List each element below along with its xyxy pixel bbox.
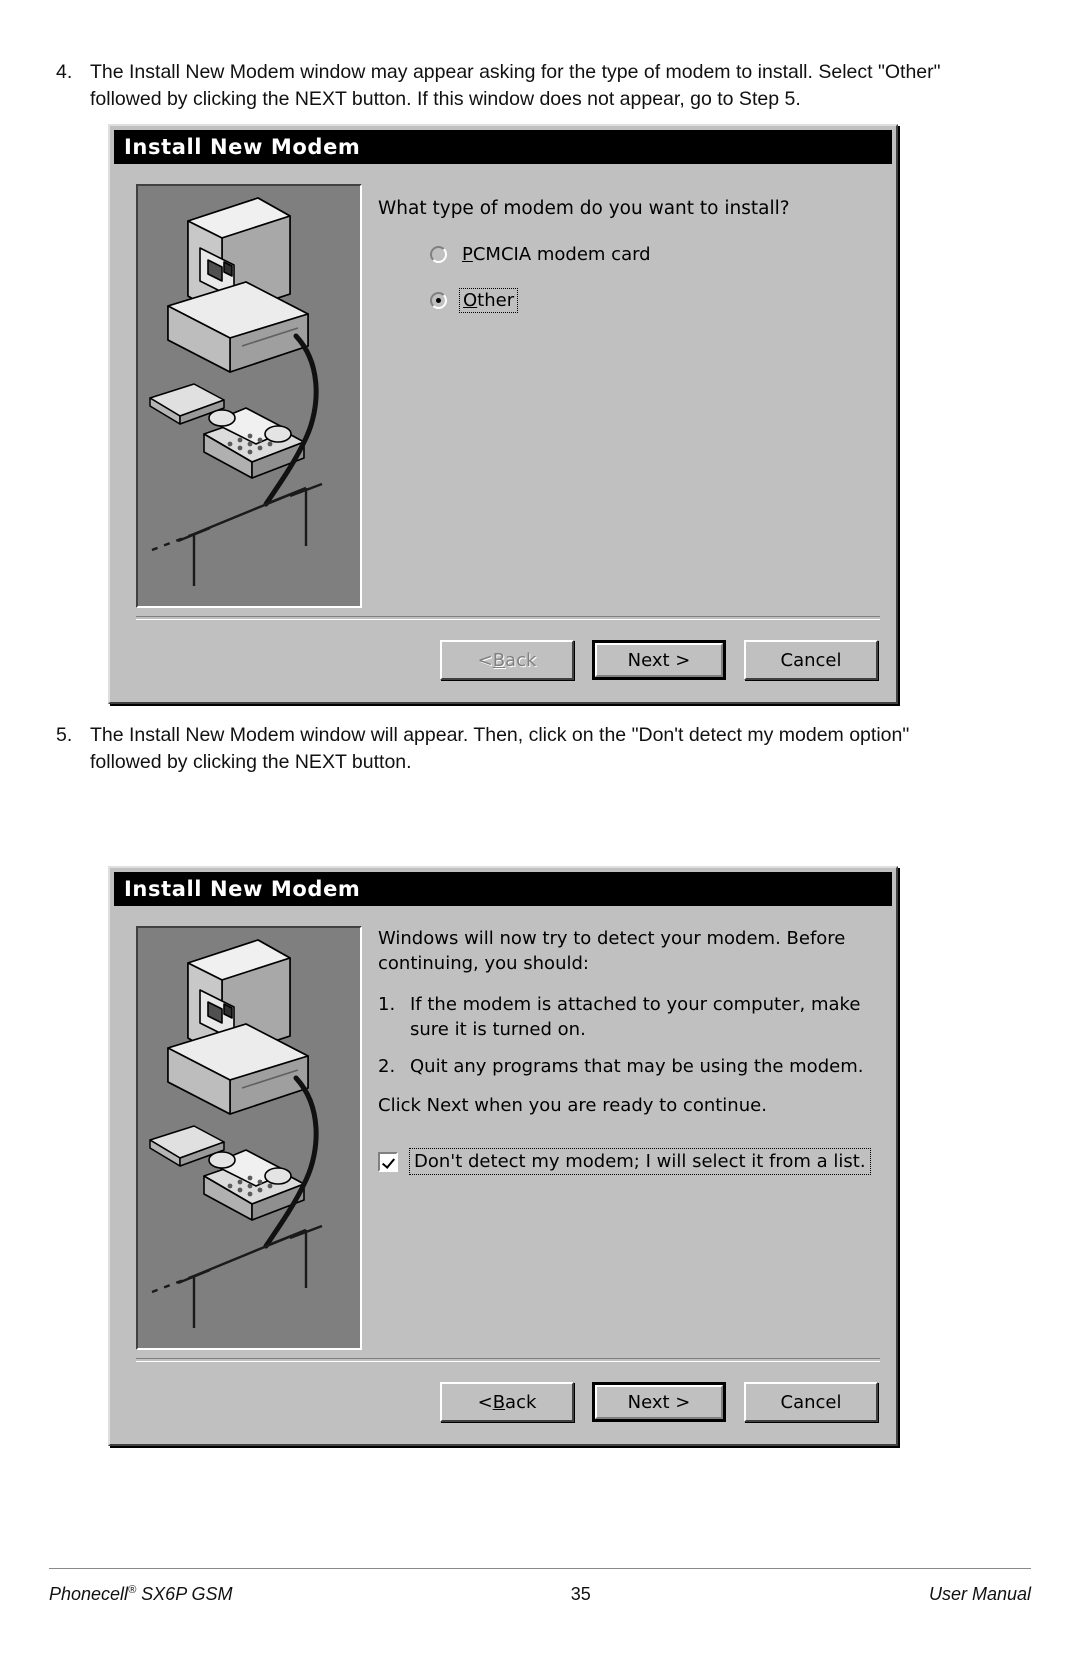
dialog-2-outro: Click Next when you are ready to continu… [378, 1095, 767, 1116]
step-4-number: 4. [56, 61, 73, 83]
step-5-text: The Install New Modem window will appear… [90, 724, 910, 773]
footer-product-model: SX6P GSM [136, 1584, 233, 1604]
next-button-2-label: Next > [595, 1385, 723, 1419]
cancel-button-2[interactable]: Cancel [744, 1382, 878, 1422]
step-4-text: The Install New Modem window may appear … [90, 61, 941, 110]
dialog-1-content: What type of modem do you want to instal… [378, 184, 880, 608]
modem-illustration-svg-1 [138, 186, 356, 602]
back-button-2-pre: < [477, 1391, 493, 1413]
radio-icon-pcmcia[interactable] [430, 246, 447, 263]
next-button-1-label: Next > [595, 643, 723, 677]
radio-rest-other: ther [477, 290, 515, 311]
dialog-2-content: Windows will now try to detect your mode… [378, 926, 880, 1350]
radio-accel-other: O [463, 290, 478, 311]
dialog-1-titlebar[interactable]: Install New Modem [114, 130, 892, 164]
radio-rest-pcmcia: CMCIA modem card [472, 244, 651, 265]
cancel-button-1[interactable]: Cancel [744, 640, 878, 680]
dialog-1-title: Install New Modem [124, 135, 361, 159]
modem-illustration-svg-2 [138, 928, 356, 1344]
dialog-2-body: Windows will now try to detect your mode… [114, 908, 892, 1440]
list-item: 2. Quit any programs that may be using t… [378, 1054, 880, 1079]
footer-divider [49, 1568, 1031, 1569]
back-button-2-post: ack [505, 1391, 537, 1413]
radio-icon-other[interactable] [430, 292, 447, 309]
radio-option-pcmcia[interactable]: PCMCIA modem card [430, 243, 880, 266]
dialog-2-title: Install New Modem [124, 877, 361, 901]
registered-trademark-icon: ® [128, 1584, 137, 1596]
next-button-2[interactable]: Next > [592, 1382, 726, 1422]
page-number: 35 [570, 1584, 591, 1604]
cancel-button-1-label: Cancel [780, 649, 842, 671]
step-4: 4. The Install New Modem window may appe… [56, 59, 952, 113]
back-button-2-accel: B [492, 1391, 506, 1413]
back-button-2[interactable]: < Back [440, 1382, 574, 1422]
back-button-1[interactable]: < Back [440, 640, 574, 680]
dialog-1-separator [136, 616, 880, 620]
list-item-number: 2. [378, 1056, 396, 1077]
dialog-2-button-bar: < Back Next > Cancel [440, 1382, 878, 1422]
list-item-number: 1. [378, 994, 396, 1015]
modem-illustration-2 [136, 926, 362, 1350]
radio-option-other[interactable]: Other [430, 288, 880, 313]
next-button-1[interactable]: Next > [592, 640, 726, 680]
list-item: 1. If the modem is attached to your comp… [378, 992, 880, 1042]
dialog-2-separator [136, 1358, 880, 1362]
radio-label-pcmcia: PCMCIA modem card [459, 243, 654, 266]
footer-product: Phonecell® SX6P GSM [49, 1584, 233, 1605]
step-5-number: 5. [56, 724, 73, 746]
radio-label-other: Other [459, 288, 519, 313]
dialog-2-titlebar[interactable]: Install New Modem [114, 872, 892, 906]
dont-detect-modem-checkbox-row[interactable]: Don't detect my modem; I will select it … [378, 1148, 880, 1175]
modem-illustration-1 [136, 184, 362, 608]
back-button-1-pre: < [477, 649, 493, 671]
list-item-text: If the modem is attached to your compute… [410, 994, 861, 1040]
dialog-2-steps-list: 1. If the modem is attached to your comp… [378, 992, 880, 1079]
step-5: 5. The Install New Modem window will app… [56, 722, 952, 776]
dialog-1-body: What type of modem do you want to instal… [114, 166, 892, 698]
checkbox-icon-dont-detect[interactable] [378, 1151, 398, 1172]
footer-product-name: Phonecell [49, 1584, 129, 1604]
cancel-button-2-label: Cancel [780, 1391, 842, 1413]
checkbox-label-dont-detect: Don't detect my modem; I will select it … [409, 1148, 871, 1175]
install-new-modem-dialog-2[interactable]: Install New Modem Windows will now try t… [108, 866, 898, 1446]
back-button-1-accel: B [492, 649, 506, 671]
dialog-1-prompt: What type of modem do you want to instal… [378, 198, 790, 219]
dialog-1-button-bar: < Back Next > Cancel [440, 640, 878, 680]
radio-accel-pcmcia: P [462, 244, 473, 265]
list-item-text: Quit any programs that may be using the … [410, 1056, 864, 1077]
back-button-1-post: ack [505, 649, 537, 671]
footer-doc-type: User Manual [928, 1584, 1031, 1604]
page-footer: Phonecell® SX6P GSM 35 User Manual [49, 1584, 1031, 1605]
dialog-2-intro: Windows will now try to detect your mode… [378, 928, 846, 974]
install-new-modem-dialog-1[interactable]: Install New Modem What type of modem do … [108, 124, 898, 704]
